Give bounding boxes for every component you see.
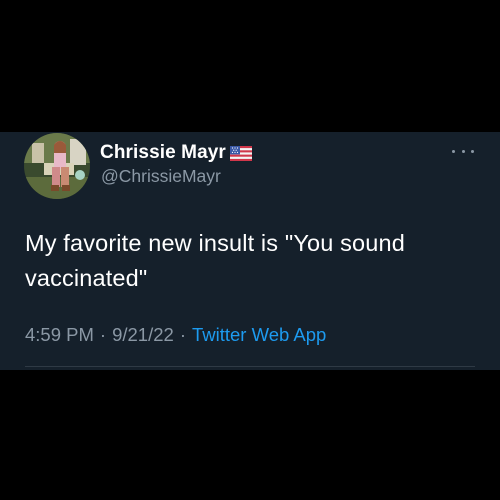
more-dots-icon[interactable]	[452, 146, 474, 156]
more-dot	[452, 149, 455, 153]
tweet-text: My favorite new insult is "You sound vac…	[25, 230, 405, 291]
screenshot-frame: Chrissie Mayr @ChrissieMayr My favorite …	[0, 0, 500, 500]
tweet-date[interactable]: 9/21/22	[112, 324, 174, 346]
avatar-image	[24, 133, 90, 199]
tweet-time[interactable]: 4:59 PM	[25, 324, 94, 346]
tweet-source-link[interactable]: Twitter Web App	[192, 324, 326, 346]
display-name[interactable]: Chrissie Mayr	[100, 142, 226, 164]
display-name-row[interactable]: Chrissie Mayr	[100, 142, 252, 164]
divider	[25, 366, 475, 367]
avatar[interactable]	[24, 133, 90, 199]
user-handle[interactable]: @ChrissieMayr	[101, 166, 221, 187]
meta-separator: ·	[99, 324, 107, 345]
more-dot	[461, 149, 465, 153]
meta-separator: ·	[179, 324, 186, 345]
us-flag-icon	[229, 146, 252, 161]
more-dot	[471, 149, 474, 153]
tweet-meta: 4:59 PM · 9/21/22 · Twitter Web App	[25, 324, 326, 346]
